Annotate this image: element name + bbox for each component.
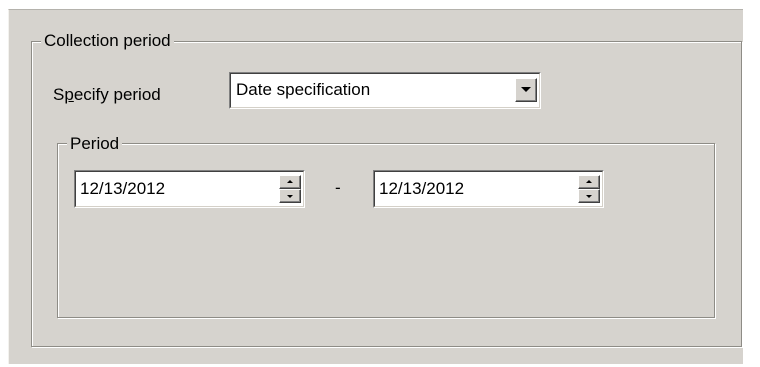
- spin-up-icon: [287, 180, 293, 183]
- spin-up-icon: [586, 180, 592, 183]
- specify-period-label: Specify period: [53, 85, 161, 105]
- specify-period-label-part1: S: [53, 85, 65, 104]
- end-date-spin-up[interactable]: [578, 175, 600, 189]
- start-date-spin-down[interactable]: [279, 189, 301, 203]
- end-date-spin-down[interactable]: [578, 189, 600, 203]
- period-legend: Period: [67, 134, 123, 154]
- start-date-value: 12/13/2012: [80, 179, 166, 198]
- start-date-spin-up[interactable]: [279, 175, 301, 189]
- chevron-down-icon: [521, 87, 531, 92]
- end-date-value: 12/13/2012: [379, 179, 465, 198]
- spin-down-icon: [287, 195, 293, 198]
- specify-period-mnemonic: p: [64, 85, 74, 104]
- specify-period-select[interactable]: Date specification: [229, 72, 541, 109]
- start-date-field[interactable]: 12/13/2012: [74, 170, 305, 208]
- dialog-panel: Collection period Specify period Date sp…: [8, 9, 743, 364]
- collection-period-legend: Collection period: [41, 31, 174, 51]
- specify-period-label-part2: ecify period: [73, 85, 161, 104]
- spin-down-icon: [586, 195, 592, 198]
- date-range-separator: -: [335, 178, 341, 197]
- specify-period-value: Date specification: [236, 80, 371, 99]
- specify-period-dropdown-button[interactable]: [515, 78, 537, 102]
- end-date-field[interactable]: 12/13/2012: [373, 170, 604, 208]
